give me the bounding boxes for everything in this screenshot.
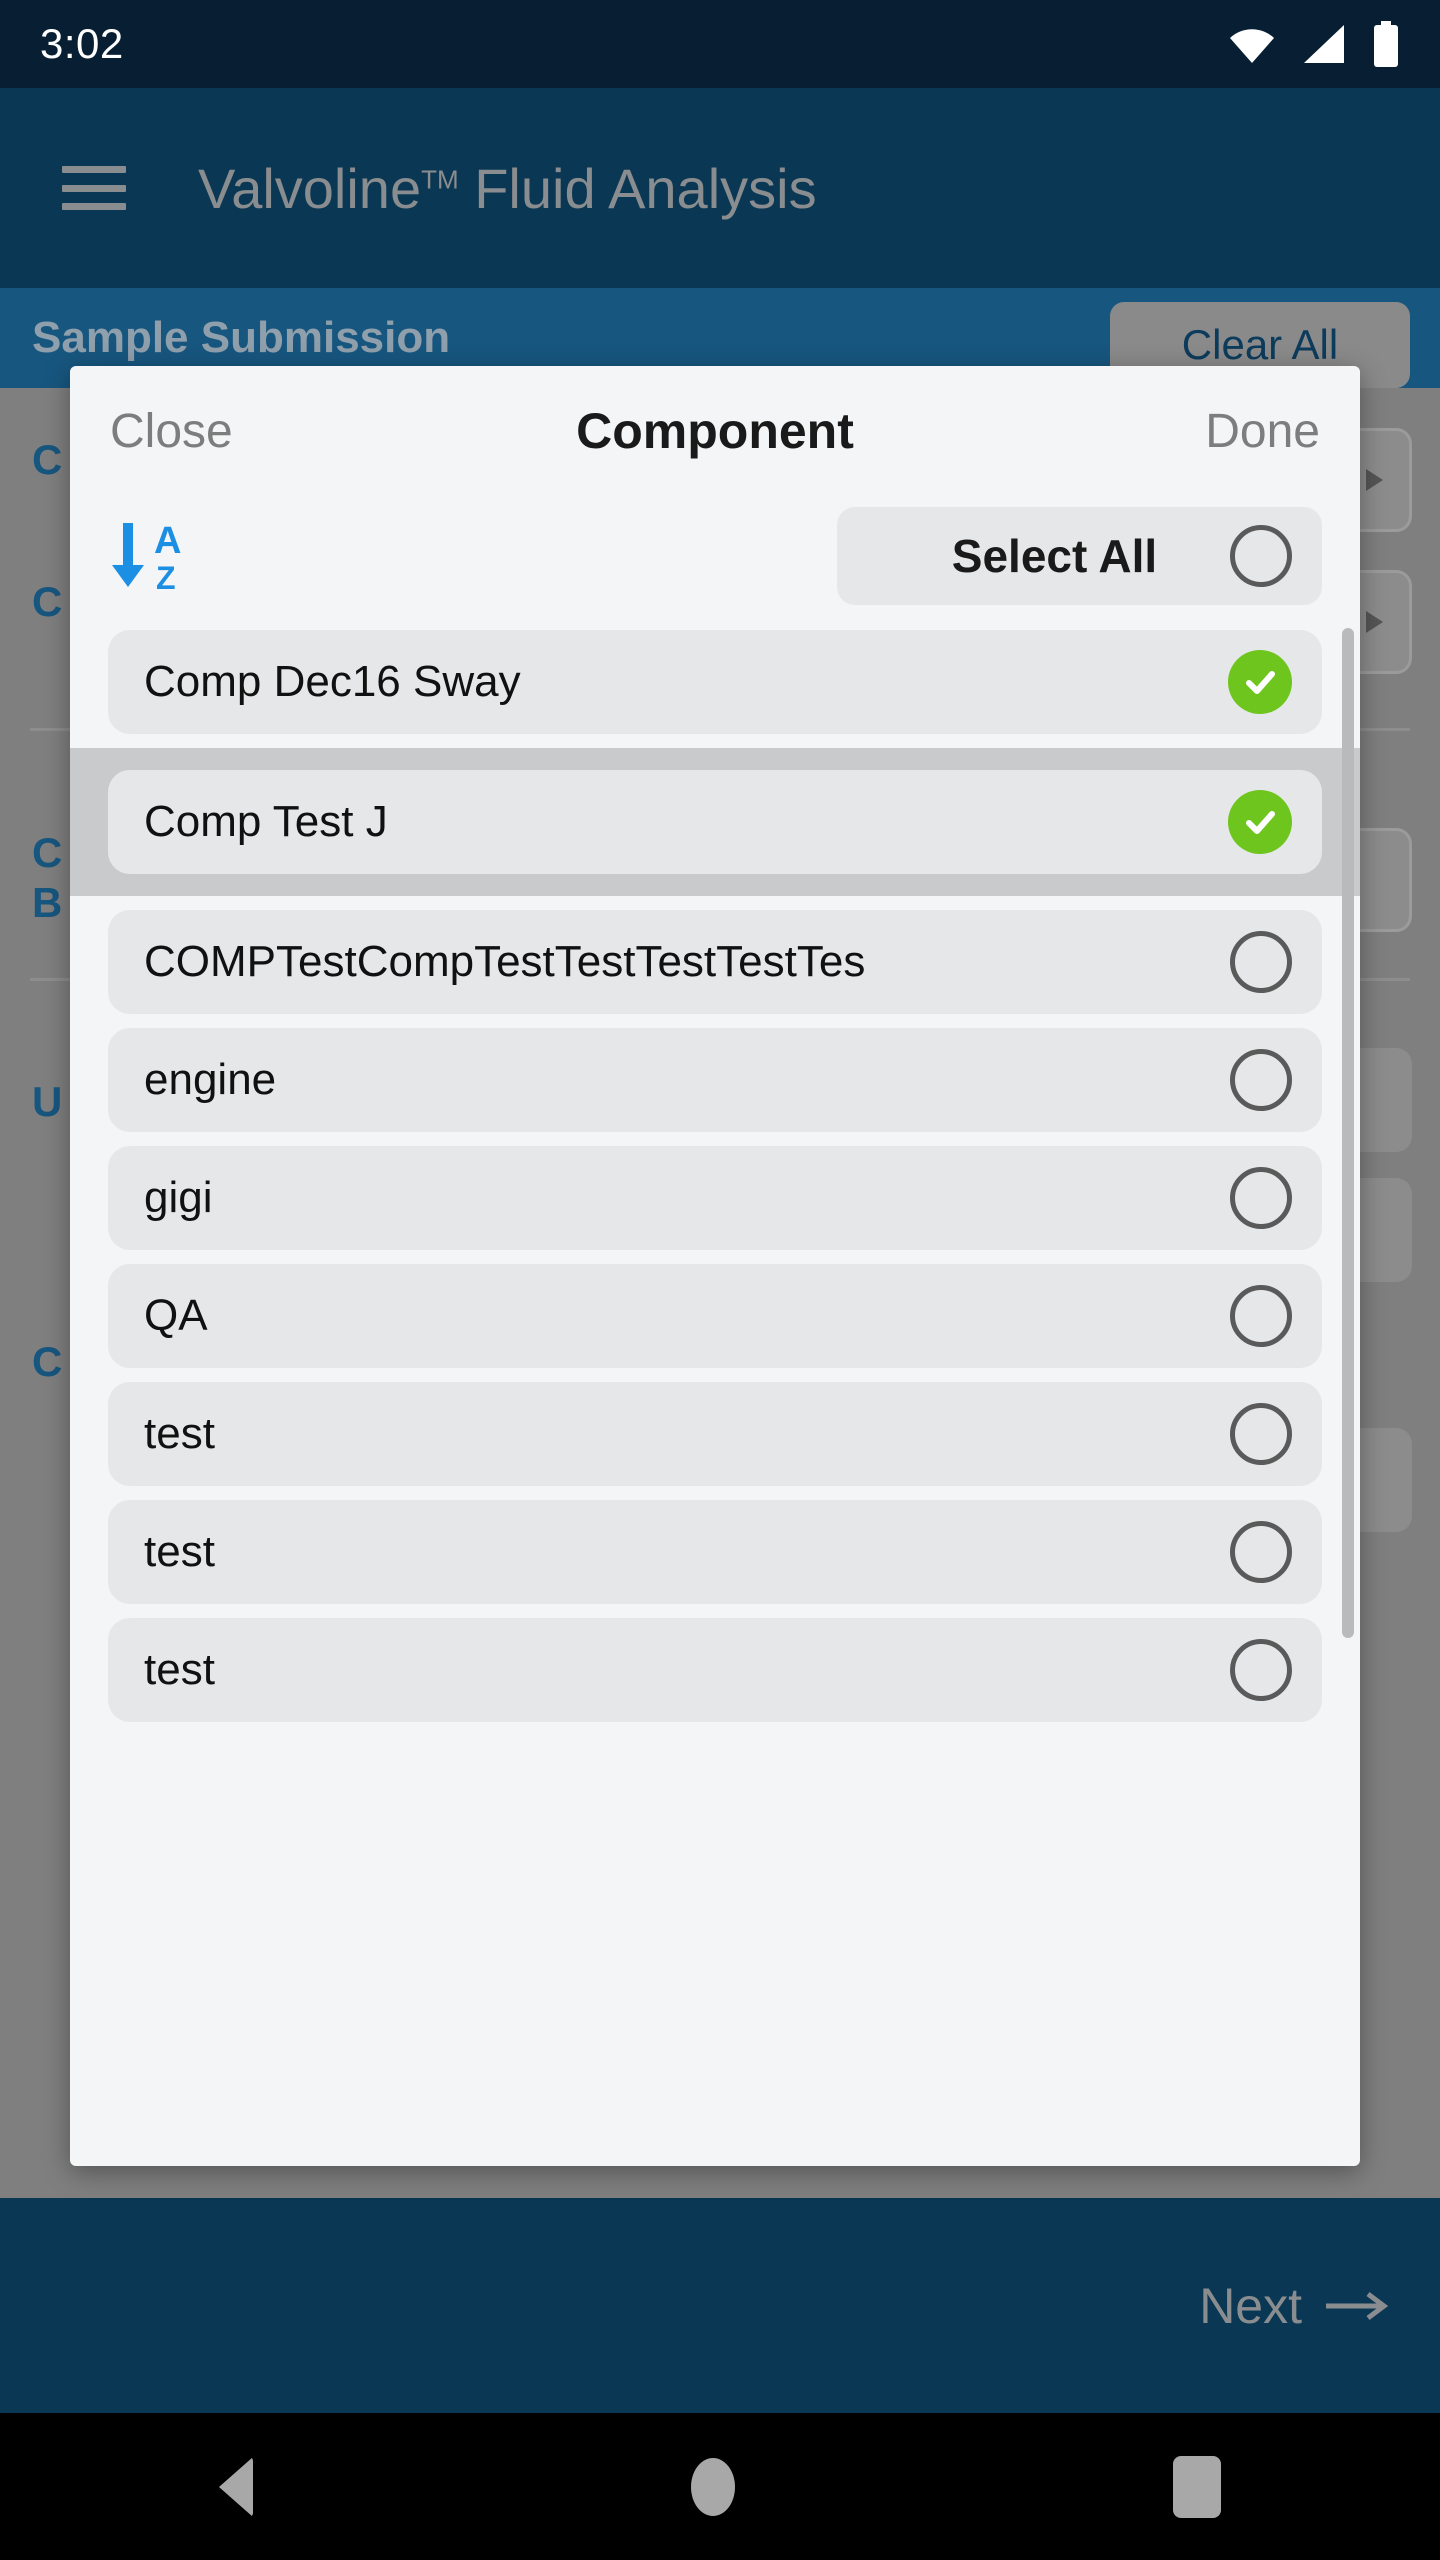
list-item-label: test — [144, 1527, 215, 1576]
unchecked-circle-icon[interactable] — [1230, 1049, 1292, 1111]
battery-icon — [1374, 21, 1398, 67]
svg-text:A: A — [154, 520, 181, 562]
form-field-label: CB — [32, 829, 63, 927]
app-header: ValvolineTM Fluid Analysis — [0, 88, 1440, 288]
checkmark-icon[interactable] — [1228, 650, 1292, 714]
chevron-right-icon — [1366, 611, 1383, 633]
list-item-row[interactable]: QA — [108, 1264, 1322, 1368]
list-item-row[interactable]: Comp Dec16 Sway — [108, 630, 1322, 734]
chevron-right-icon — [1366, 469, 1383, 491]
list-item-row[interactable]: test — [108, 1382, 1322, 1486]
app-title-text: Valvoline — [198, 156, 422, 220]
sub-header-title: Sample Submission — [32, 313, 451, 362]
recents-square-icon[interactable] — [1173, 2455, 1221, 2518]
modal-title: Component — [576, 403, 854, 459]
unchecked-circle-icon[interactable] — [1230, 1403, 1292, 1465]
component-list[interactable]: Comp Dec16 Sway Comp Test J COMPTestCompTe… — [70, 616, 1360, 2166]
list-item-row[interactable]: test — [108, 1618, 1322, 1722]
select-all-label: Select All — [951, 530, 1158, 582]
close-button[interactable]: Close — [110, 404, 233, 459]
status-time: 3:02 — [40, 20, 124, 67]
list-item[interactable]: engine — [70, 1028, 1360, 1132]
trademark-symbol: TM — [421, 163, 459, 194]
list-item-row[interactable]: COMPTestCompTestTestTestTestTes — [108, 910, 1322, 1014]
form-field-label: C — [32, 1338, 63, 1385]
list-item-row[interactable]: Comp Test J — [108, 770, 1322, 874]
bottom-bar: Next — [0, 2198, 1440, 2413]
home-circle-icon[interactable] — [691, 2457, 735, 2516]
modal-toolbar: A Z Select All — [70, 496, 1360, 616]
status-bar: 3:02 — [0, 0, 1440, 88]
page-title: ValvolineTM Fluid Analysis — [198, 156, 817, 221]
next-button-label: Next — [1199, 2277, 1302, 2334]
wifi-icon — [1230, 29, 1274, 63]
list-item[interactable]: Comp Test J — [70, 748, 1360, 896]
list-item-label: engine — [144, 1055, 277, 1104]
list-item[interactable]: gigi — [70, 1146, 1360, 1250]
list-item-row[interactable]: engine — [108, 1028, 1322, 1132]
android-navigation-bar — [0, 2413, 1440, 2560]
list-item[interactable]: test — [70, 1382, 1360, 1486]
select-all-row[interactable]: Select All — [837, 507, 1322, 605]
list-item[interactable]: Comp Dec16 Sway — [70, 630, 1360, 734]
svg-text:Z: Z — [156, 560, 176, 595]
select-all-checkbox[interactable] — [1230, 525, 1292, 587]
list-item[interactable]: test — [70, 1500, 1360, 1604]
arrow-right-icon — [1326, 2291, 1389, 2320]
scrollbar-thumb[interactable] — [1342, 628, 1354, 1638]
list-item[interactable]: test — [70, 1618, 1360, 1722]
sort-alpha-ascending-icon[interactable]: A Z — [108, 517, 200, 595]
list-item-row[interactable]: gigi — [108, 1146, 1322, 1250]
phone-screen: 3:02 ValvolineTM Fluid Analysis Sample S… — [0, 0, 1440, 2560]
back-triangle-icon[interactable] — [219, 2456, 253, 2517]
modal-header: Close Component Done — [70, 366, 1360, 496]
list-item[interactable]: QA — [70, 1264, 1360, 1368]
list-item-label: COMPTestCompTestTestTestTestTes — [144, 937, 866, 986]
list-item-row[interactable]: test — [108, 1500, 1322, 1604]
cellular-signal-icon — [1304, 25, 1344, 63]
list-item[interactable]: COMPTestCompTestTestTestTestTes — [70, 910, 1360, 1014]
status-icons — [1228, 21, 1400, 67]
app-title-suffix: Fluid Analysis — [458, 156, 817, 220]
list-item-label: Comp Test J — [144, 797, 388, 846]
list-item-label: test — [144, 1409, 215, 1458]
unchecked-circle-icon[interactable] — [1230, 1167, 1292, 1229]
list-item-label: gigi — [144, 1173, 213, 1222]
form-field-label: U — [32, 1078, 63, 1125]
component-picker-modal: Close Component Done A Z Select All Comp… — [70, 366, 1360, 2166]
unchecked-circle-icon[interactable] — [1230, 931, 1292, 993]
unchecked-circle-icon[interactable] — [1230, 1639, 1292, 1701]
checkmark-icon[interactable] — [1228, 790, 1292, 854]
form-field-label: C — [32, 578, 63, 625]
done-button[interactable]: Done — [1205, 404, 1320, 459]
list-item-label: test — [144, 1645, 215, 1694]
hamburger-menu-icon[interactable] — [62, 166, 126, 210]
unchecked-circle-icon[interactable] — [1230, 1285, 1292, 1347]
form-field-label: C — [32, 436, 63, 483]
unchecked-circle-icon[interactable] — [1230, 1521, 1292, 1583]
list-item-label: QA — [144, 1291, 208, 1340]
next-button[interactable]: Next — [1199, 2277, 1390, 2335]
list-item-label: Comp Dec16 Sway — [144, 657, 521, 706]
